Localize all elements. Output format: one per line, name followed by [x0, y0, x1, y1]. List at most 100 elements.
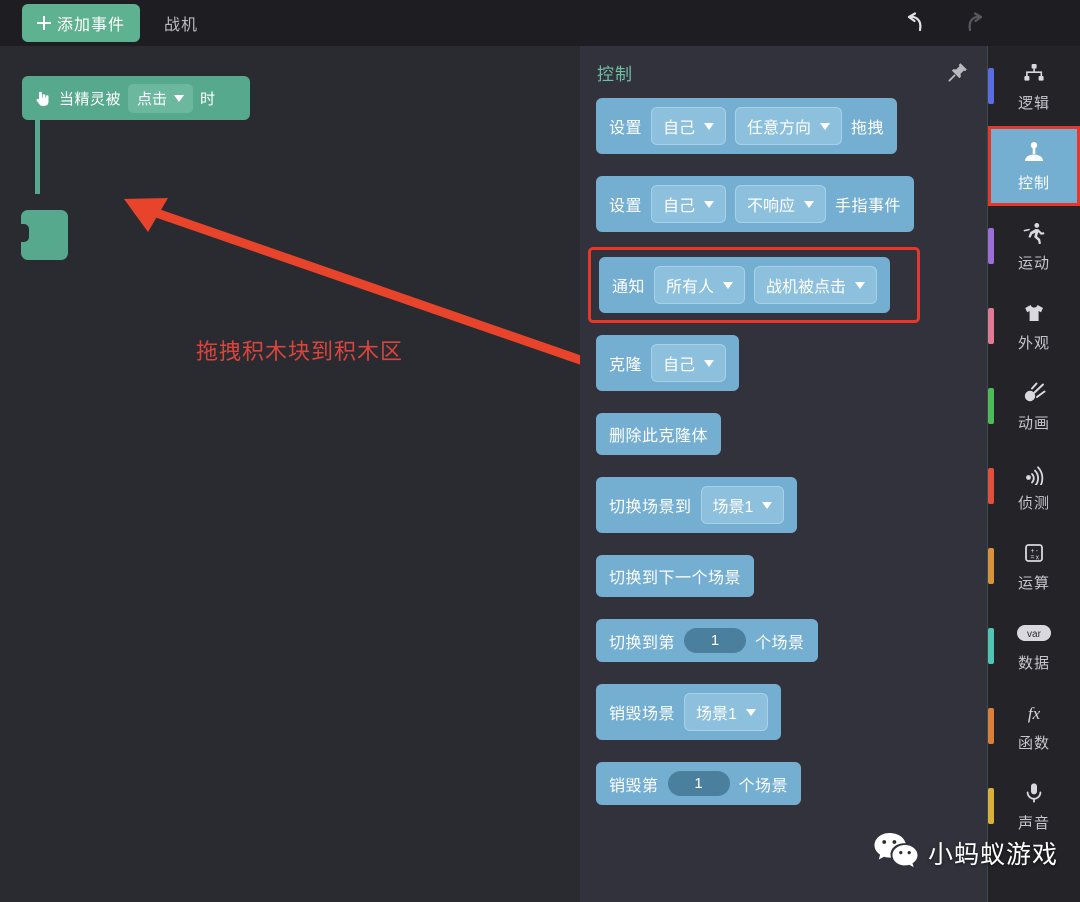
svg-text:var: var: [1027, 629, 1042, 640]
sidebar-item-label: 运算: [1017, 574, 1050, 592]
top-toolbar: 添加事件 战机: [0, 0, 1080, 46]
block-row: 设置 自己 不响应 手指事件: [596, 176, 988, 232]
microphone-icon: [1022, 780, 1046, 806]
block-label: 切换到第: [609, 634, 676, 652]
chevron-down-icon: [704, 122, 715, 130]
switch-to-nth-scene-block[interactable]: 切换到第 1 个场景: [596, 619, 818, 662]
chevron-down-icon: [704, 359, 715, 367]
block-connector: [35, 120, 40, 194]
annotation-arrow: [124, 198, 580, 365]
topbar-actions: [900, 0, 990, 46]
hat-block-suffix: 时: [200, 90, 216, 108]
block-dropdown-value: 自己: [663, 120, 696, 137]
notify-block[interactable]: 通知 所有人 战机被点击: [599, 257, 891, 313]
sidebar-item-data[interactable]: var 数据: [988, 606, 1080, 686]
sidebar-item-motion[interactable]: 运动: [988, 206, 1080, 286]
chevron-down-icon: [762, 501, 773, 509]
sidebar-item-label: 侦测: [1017, 494, 1050, 512]
block-dropdown[interactable]: 场景1: [684, 693, 768, 731]
sidebar-item-sound[interactable]: 声音: [988, 766, 1080, 846]
block-number-input[interactable]: 1: [684, 628, 747, 653]
category-accent-bar: [988, 708, 994, 744]
destroy-nth-scene-block[interactable]: 销毁第 1 个场景: [596, 762, 802, 805]
set-drag-block[interactable]: 设置 自己 任意方向 拖拽: [596, 98, 898, 154]
set-finger-event-block[interactable]: 设置 自己 不响应 手指事件: [596, 176, 915, 232]
var-icon: var: [1016, 620, 1052, 646]
script-workspace[interactable]: 当精灵被 点击 时 拖拽积木块到积木区: [0, 46, 580, 902]
redo-button[interactable]: [960, 8, 990, 38]
block-dropdown[interactable]: 任意方向: [735, 107, 843, 145]
event-hat-block[interactable]: 当精灵被 点击 时: [22, 76, 250, 120]
destroy-scene-block[interactable]: 销毁场景 场景1: [596, 684, 781, 740]
block-label: 切换场景到: [609, 499, 692, 516]
undo-button[interactable]: [900, 8, 930, 38]
sidebar-item-label: 运动: [1017, 254, 1050, 272]
sprite-tab-zhanji[interactable]: 战机: [164, 11, 198, 35]
sidebar-item-label: 函数: [1017, 734, 1050, 752]
delete-clone-block[interactable]: 删除此克隆体: [596, 413, 722, 455]
block-row: 销毁场景 场景1: [596, 684, 988, 740]
undo-arrow-icon: [907, 12, 922, 32]
block-dropdown[interactable]: 不响应: [735, 185, 827, 223]
redo-arrow-icon: [968, 12, 983, 32]
chevron-down-icon: [820, 122, 831, 130]
sitemap-icon: [1022, 60, 1046, 86]
category-accent-bar: [988, 788, 994, 824]
hand-pointer-icon: [32, 88, 52, 108]
sidebar-item-control[interactable]: 控制: [988, 126, 1080, 206]
block-palette: 控制 设置 自己 任意方向 拖拽 设置 自己 不响应 手指事件 通知 所有人 战机被点击 克隆 自己 删除…: [580, 46, 988, 902]
running-icon: [1022, 220, 1046, 246]
block-label: 通知: [612, 279, 646, 296]
block-dropdown[interactable]: 战机被点击: [754, 266, 878, 304]
sidebar-item-appearance[interactable]: 外观: [988, 286, 1080, 366]
block-dropdown[interactable]: 自己: [651, 107, 727, 145]
block-dropdown[interactable]: 自己: [651, 344, 727, 382]
palette-block-list: 设置 自己 任意方向 拖拽 设置 自己 不响应 手指事件 通知 所有人 战机被点击 克隆 自己 删除此克隆…: [580, 98, 988, 902]
block-dropdown[interactable]: 场景1: [700, 486, 785, 524]
block-dropdown-value: 战机被点击: [766, 279, 847, 296]
block-row: 克隆 自己: [596, 335, 988, 391]
block-label: 个场景: [738, 777, 789, 795]
sidebar-item-label: 数据: [1017, 654, 1050, 672]
sidebar-item-functions[interactable]: fx 函数: [988, 686, 1080, 766]
chevron-down-icon: [745, 708, 756, 716]
clone-block[interactable]: 克隆 自己: [596, 335, 740, 391]
block-dropdown[interactable]: 自己: [651, 185, 727, 223]
block-number-input[interactable]: 1: [667, 771, 730, 796]
switch-scene-to-block[interactable]: 切换场景到 场景1: [596, 477, 798, 533]
palette-title: 控制: [597, 65, 633, 84]
pin-button[interactable]: [946, 60, 970, 84]
block-label: 设置: [609, 198, 643, 215]
block-label: 手指事件: [835, 198, 902, 215]
category-accent-bar: [988, 308, 994, 344]
chevron-down-icon: [704, 200, 715, 208]
block-row: 设置 自己 任意方向 拖拽: [596, 98, 988, 154]
palette-header: 控制: [580, 46, 988, 96]
category-accent-bar: [988, 68, 994, 104]
block-row: 切换到下一个场景: [596, 555, 988, 597]
hat-block-prefix: 当精灵被: [59, 90, 122, 108]
svg-text:x: x: [1036, 554, 1040, 561]
add-event-button[interactable]: 添加事件: [22, 4, 140, 42]
app-root: 添加事件 战机 当精灵被 点击 时 拖拽积木块到积木区 控制 设置 自己 任意方…: [0, 0, 1080, 902]
empty-block-slot[interactable]: [20, 210, 68, 260]
block-dropdown[interactable]: 所有人: [654, 266, 746, 304]
chevron-down-icon: [723, 281, 734, 289]
sidebar-item-label: 外观: [1017, 334, 1050, 352]
block-label: 克隆: [609, 357, 643, 374]
sidebar-item-label: 控制: [1017, 174, 1050, 192]
chevron-down-icon: [855, 281, 866, 289]
switch-next-scene-block[interactable]: 切换到下一个场景: [596, 555, 755, 597]
sidebar-item-animation[interactable]: 动画: [988, 366, 1080, 446]
block-row: 销毁第 1 个场景: [596, 762, 988, 805]
sidebar-item-label: 逻辑: [1017, 94, 1050, 112]
hat-block-trigger-dropdown[interactable]: 点击: [128, 83, 194, 113]
add-event-label: 添加事件: [56, 17, 125, 34]
sidebar-item-operations[interactable]: + - = x 运算: [988, 526, 1080, 606]
block-label: 切换到下一个场景: [609, 570, 742, 587]
block-label: 拖拽: [851, 120, 885, 137]
sidebar-item-logic[interactable]: 逻辑: [988, 46, 1080, 126]
annotation-label: 拖拽积木块到积木区: [196, 339, 404, 364]
sidebar-item-sensing[interactable]: 侦测: [988, 446, 1080, 526]
block-dropdown-value: 不响应: [747, 198, 796, 215]
